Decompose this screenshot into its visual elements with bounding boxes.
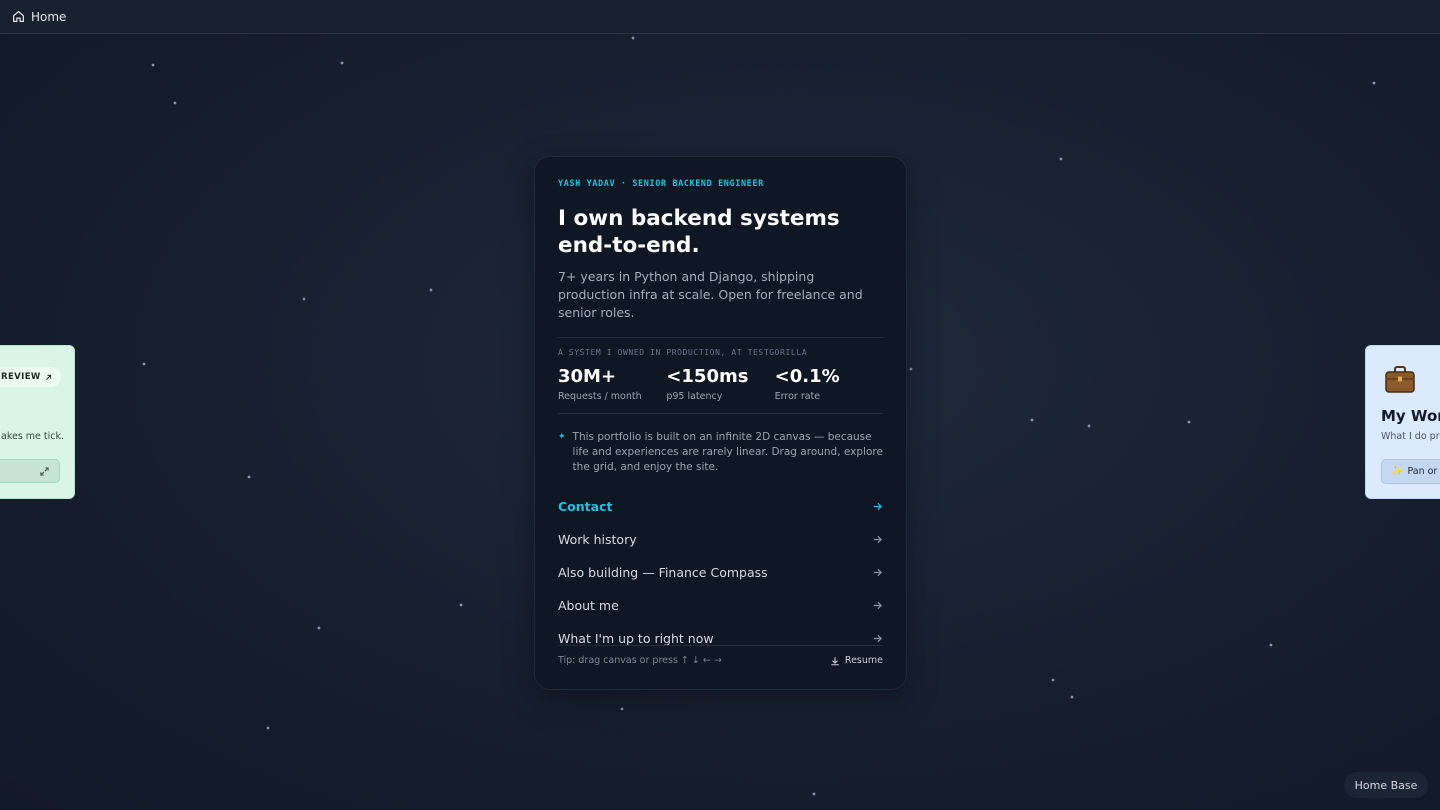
system-label: A SYSTEM I OWNED IN PRODUCTION, AT TESTG… [558, 348, 808, 357]
pan-button-label: Pan or d [1407, 466, 1440, 477]
home-icon [13, 11, 24, 22]
menu-item-work-history[interactable]: Work history [558, 523, 883, 556]
expand-icon [40, 467, 49, 476]
right-card-title: My Wor [1381, 407, 1440, 425]
stat-value: <0.1% [774, 366, 840, 387]
menu-item-about-me[interactable]: About me [558, 589, 883, 622]
stat-label: Error rate [774, 391, 821, 402]
home-link-label: Home [31, 9, 67, 24]
navigation-tip: Tip: drag canvas or press ↑ ↓ ← → [558, 655, 722, 666]
stat-value: 30M+ [558, 366, 617, 387]
arrow-right-icon [873, 502, 883, 511]
arrow-right-icon [873, 634, 883, 643]
eyebrow-label: YASH YADAV · SENIOR BACKEND ENGINEER [558, 179, 764, 189]
right-card-subtitle: What I do pr [1381, 431, 1440, 442]
stat-requests: 30M+ Requests / month [558, 366, 666, 402]
headline: I own backend systems end-to-end. [558, 205, 883, 259]
top-bar: Home [0, 0, 1440, 34]
sparkle-icon: ✨ [1391, 466, 1404, 477]
menu-item-label: Work history [558, 532, 637, 547]
review-pill-label: REVIEW [1, 372, 41, 382]
arrow-right-icon [873, 535, 883, 544]
menu-item-contact[interactable]: Contact [558, 490, 883, 523]
arrow-up-right-icon [45, 374, 51, 380]
headline-line-2: end-to-end. [558, 233, 700, 258]
menu-item-label: About me [558, 598, 619, 613]
intro-card: YASH YADAV · SENIOR BACKEND ENGINEER I o… [534, 156, 907, 690]
menu-item-label: Contact [558, 499, 613, 514]
home-link[interactable]: Home [12, 10, 66, 24]
home-base-button[interactable]: Home Base [1344, 772, 1428, 798]
headline-line-1: I own backend systems [558, 206, 840, 231]
arrow-right-icon [873, 568, 883, 577]
menu-item-label: What I'm up to right now [558, 631, 714, 646]
review-pill[interactable]: REVIEW [0, 367, 61, 387]
stat-label: Requests / month [558, 391, 642, 402]
download-icon [831, 656, 839, 665]
stat-error-rate: <0.1% Error rate [775, 366, 883, 402]
pan-button[interactable]: ✨ Pan or d [1381, 459, 1440, 484]
right-canvas-card[interactable]: My Wor What I do pr ✨ Pan or d [1365, 345, 1440, 499]
stats-row: 30M+ Requests / month <150ms p95 latency… [558, 366, 883, 402]
canvas-note: ✦ This portfolio is built on an infinite… [558, 430, 883, 475]
stat-latency: <150ms p95 latency [666, 366, 774, 402]
left-canvas-card[interactable]: REVIEW akes me tick. [0, 345, 75, 499]
stat-value: <150ms [666, 366, 749, 387]
expand-button[interactable] [0, 459, 60, 483]
resume-download-link[interactable]: Resume [830, 655, 883, 666]
resume-label: Resume [844, 655, 883, 666]
subtitle: 7+ years in Python and Django, shipping … [558, 269, 863, 320]
left-card-text: akes me tick. [1, 431, 65, 442]
stat-label: p95 latency [666, 391, 723, 402]
divider [558, 413, 883, 414]
menu-item-finance-compass[interactable]: Also building — Finance Compass [558, 556, 883, 589]
nav-menu: Contact Work history Also building — Fin… [558, 490, 883, 655]
card-footer: Tip: drag canvas or press ↑ ↓ ← → Resume [558, 645, 883, 675]
sparkle-icon: ✦ [558, 432, 566, 442]
note-text: This portfolio is built on an infinite 2… [572, 431, 883, 473]
menu-item-label: Also building — Finance Compass [558, 565, 768, 580]
briefcase-icon [1385, 366, 1415, 393]
home-base-label: Home Base [1354, 778, 1418, 792]
arrow-right-icon [873, 601, 883, 610]
divider [558, 337, 883, 338]
